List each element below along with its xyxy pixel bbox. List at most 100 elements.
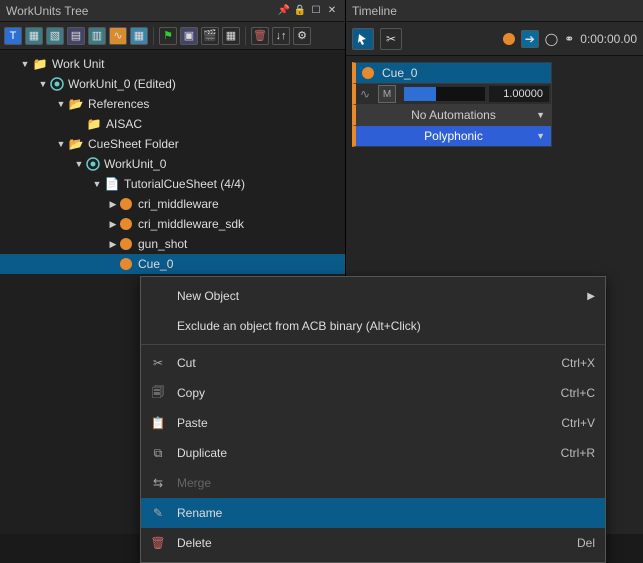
inspector-volume-row: ∿ M 1.00000 — [352, 83, 552, 105]
tree-row-cue[interactable]: ▶ cri_middleware_sdk — [0, 214, 345, 234]
merge-icon: ⇆ — [149, 476, 167, 490]
twisty-closed-icon[interactable]: ▶ — [108, 239, 118, 249]
cut-tool-button[interactable]: ✂ — [380, 28, 402, 50]
tree-row-cue[interactable]: ▶ cri_middleware — [0, 194, 345, 214]
workunit-icon — [50, 77, 64, 91]
mute-button[interactable]: M — [378, 85, 396, 103]
clapper-icon[interactable]: 🎬 — [201, 27, 219, 45]
tree-label: gun_shot — [138, 237, 187, 251]
forward-icon[interactable]: ➔ — [521, 30, 539, 48]
menu-cut[interactable]: ✂ Cut Ctrl+X — [141, 348, 605, 378]
curve-icon[interactable]: ∿ — [109, 27, 127, 45]
twisty-open-icon[interactable]: ▼ — [56, 99, 66, 109]
context-menu: New Object ▶ Exclude an object from ACB … — [140, 276, 606, 563]
flag-icon[interactable]: ⚑ — [159, 27, 177, 45]
tree-row-root[interactable]: ▼ 📁 Work Unit — [0, 54, 345, 74]
shortcut: Ctrl+C — [561, 386, 595, 400]
curve-icon[interactable]: ∿ — [356, 87, 374, 101]
tree-row-csfolder[interactable]: ▼ 📂 CueSheet Folder — [0, 134, 345, 154]
twisty-open-icon[interactable]: ▼ — [56, 139, 66, 149]
duplicate-icon: ⧉ — [149, 446, 167, 461]
menu-merge: ⇆ Merge — [141, 468, 605, 498]
workunit-icon — [86, 157, 100, 171]
tree-row-cue[interactable]: ▶ gun_shot — [0, 234, 345, 254]
volume-slider[interactable] — [404, 87, 485, 101]
tree-label: Work Unit — [52, 57, 104, 71]
automation-dropdown[interactable]: No Automations ▼ — [352, 104, 552, 126]
tool-icon-3[interactable]: ▤ — [67, 27, 85, 45]
lock-icon[interactable]: 🔒 — [293, 4, 307, 18]
tool-icon-6[interactable]: ▣ — [180, 27, 198, 45]
shortcut: Ctrl+R — [561, 446, 595, 460]
twisty-closed-icon[interactable]: ▶ — [108, 219, 118, 229]
type-icon[interactable]: T — [4, 27, 22, 45]
twisty-open-icon[interactable]: ▼ — [92, 179, 102, 189]
twisty-open-icon[interactable]: ▼ — [20, 59, 30, 69]
close-icon[interactable]: ✕ — [325, 4, 339, 18]
paste-icon: 📋 — [149, 416, 167, 430]
tree-label: AISAC — [106, 117, 142, 131]
tool-icon-1[interactable]: ▦ — [25, 27, 43, 45]
timeline-titlebar: Timeline — [346, 0, 643, 22]
tool-icon-5[interactable]: ▦ — [130, 27, 148, 45]
tree-label: CueSheet Folder — [88, 137, 179, 151]
record-icon[interactable] — [503, 33, 515, 45]
menu-separator — [141, 344, 605, 345]
shortcut: Del — [577, 536, 595, 550]
cue-icon — [120, 258, 132, 270]
tree-row-wu0b[interactable]: ▼ WorkUnit_0 — [0, 154, 345, 174]
cue-icon — [120, 218, 132, 230]
cue-icon — [120, 198, 132, 210]
panel-title: Timeline — [352, 4, 397, 18]
volume-value[interactable]: 1.00000 — [489, 86, 549, 102]
tool-icon-7[interactable]: ▦ — [222, 27, 240, 45]
menu-exclude[interactable]: Exclude an object from ACB binary (Alt+C… — [141, 311, 605, 341]
chevron-down-icon: ▼ — [536, 110, 545, 120]
separator — [153, 27, 154, 45]
timeline-toolbar: ✂ ➔ ◯ ⚭ 0:00:00.00 — [346, 22, 643, 56]
folder-icon: 📂 — [68, 96, 84, 112]
twisty-closed-icon[interactable]: ▶ — [108, 199, 118, 209]
inspector-header[interactable]: Cue_0 — [352, 62, 552, 84]
arrow-tool-button[interactable] — [352, 28, 374, 50]
link-icon[interactable]: ⚭ — [564, 32, 574, 46]
pin-icon[interactable]: 📌 — [277, 4, 291, 18]
tree-row-wu0[interactable]: ▼ WorkUnit_0 (Edited) — [0, 74, 345, 94]
clock-icon[interactable]: ◯ — [545, 32, 558, 46]
tree-label: cri_middleware_sdk — [138, 217, 244, 231]
copy-icon: 🗐 — [149, 383, 167, 404]
cue-icon — [120, 238, 132, 250]
cue-inspector: Cue_0 ∿ M 1.00000 No Automations ▼ Polyp… — [352, 62, 552, 146]
folder-icon: 📂 — [68, 136, 84, 152]
folder-icon: 📁 — [32, 56, 48, 72]
scissors-icon: ✂ — [149, 356, 167, 370]
type-dropdown[interactable]: Polyphonic ▼ — [352, 125, 552, 147]
tree-row-refs[interactable]: ▼ 📂 References — [0, 94, 345, 114]
menu-delete[interactable]: 🗑 Delete Del — [141, 528, 605, 558]
dropdown-label: No Automations — [411, 108, 496, 122]
menu-copy[interactable]: 🗐 Copy Ctrl+C — [141, 378, 605, 408]
tool-icon-2[interactable]: ▧ — [46, 27, 64, 45]
maximize-icon[interactable]: ☐ — [309, 4, 323, 18]
twisty-open-icon[interactable]: ▼ — [74, 159, 84, 169]
sort-icon[interactable]: ↓↑ — [272, 27, 290, 45]
tool-icon-4[interactable]: ▥ — [88, 27, 106, 45]
tree-label: References — [88, 97, 149, 111]
trash-icon: 🗑 — [149, 536, 167, 550]
tree-row-aisac[interactable]: ▼ 📁 AISAC — [0, 114, 345, 134]
folder-icon: 📁 — [86, 116, 102, 132]
menu-duplicate[interactable]: ⧉ Duplicate Ctrl+R — [141, 438, 605, 468]
panel-title: WorkUnits Tree — [6, 4, 88, 18]
panel-titlebar: WorkUnits Tree 📌 🔒 ☐ ✕ — [0, 0, 345, 22]
menu-paste[interactable]: 📋 Paste Ctrl+V — [141, 408, 605, 438]
inspector-cue-name: Cue_0 — [382, 66, 417, 80]
shortcut: Ctrl+X — [561, 356, 595, 370]
tree-row-sheet[interactable]: ▼ 📄 TutorialCueSheet (4/4) — [0, 174, 345, 194]
menu-new-object[interactable]: New Object ▶ — [141, 281, 605, 311]
tree-label: Cue_0 — [138, 257, 173, 271]
gear-icon[interactable]: ⚙ — [293, 27, 311, 45]
trash-icon[interactable]: 🗑 — [251, 27, 269, 45]
twisty-open-icon[interactable]: ▼ — [38, 79, 48, 89]
tree-row-cue-selected[interactable]: ▶ Cue_0 — [0, 254, 345, 274]
menu-rename[interactable]: ✎ Rename — [141, 498, 605, 528]
